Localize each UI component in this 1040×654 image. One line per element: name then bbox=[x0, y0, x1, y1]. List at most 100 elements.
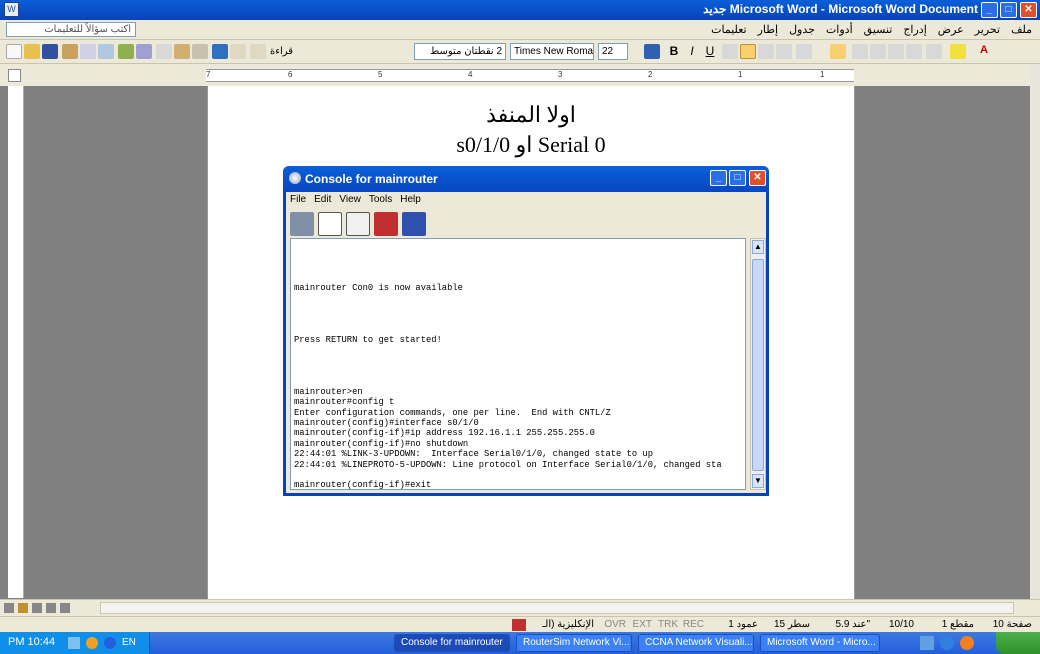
menu-format[interactable]: تنسيق bbox=[864, 23, 893, 36]
maximize-button[interactable]: □ bbox=[1000, 2, 1017, 18]
console-print-icon[interactable] bbox=[290, 212, 314, 236]
hscroll-track[interactable] bbox=[100, 602, 1014, 614]
research-icon[interactable] bbox=[136, 44, 152, 59]
status-trk[interactable]: TRK bbox=[658, 618, 678, 632]
minimize-button[interactable]: _ bbox=[981, 2, 998, 18]
print-preview-icon[interactable] bbox=[98, 44, 114, 59]
hyperlink-icon[interactable] bbox=[212, 44, 228, 59]
horizontal-scrollbar[interactable] bbox=[0, 599, 1040, 616]
quick-launch-ie-icon[interactable] bbox=[940, 636, 954, 650]
help-icon[interactable] bbox=[250, 44, 266, 59]
taskbar-item-console[interactable]: Console for mainrouter bbox=[394, 634, 510, 652]
cut-icon[interactable] bbox=[156, 44, 172, 59]
char-style-icon[interactable] bbox=[644, 44, 660, 59]
reading-layout-button[interactable]: قراءة bbox=[270, 44, 314, 59]
tray-app-icon[interactable] bbox=[86, 637, 98, 649]
font-combo[interactable]: Times New Roman bbox=[510, 43, 594, 60]
line-spacing-icon[interactable] bbox=[796, 44, 812, 59]
menu-insert[interactable]: إدراج bbox=[903, 23, 926, 36]
scroll-thumb[interactable] bbox=[752, 259, 764, 471]
quick-launch-desktop-icon[interactable] bbox=[920, 636, 934, 650]
indent-icon[interactable] bbox=[888, 44, 904, 59]
network-icon[interactable] bbox=[68, 637, 80, 649]
console-minimize-button[interactable]: _ bbox=[710, 170, 727, 186]
doc-serial-line: Serial 0 او s0/1/0 bbox=[456, 132, 606, 157]
justify-icon[interactable] bbox=[776, 44, 792, 59]
borders-icon[interactable] bbox=[926, 44, 942, 59]
web-view-icon[interactable] bbox=[18, 603, 28, 613]
ruler-strip[interactable]: 7 6 5 4 3 2 1 1 bbox=[206, 69, 854, 82]
highlight-icon[interactable] bbox=[950, 44, 966, 59]
status-pages: 10/10 bbox=[888, 619, 914, 630]
outline-view-icon[interactable] bbox=[46, 603, 56, 613]
align-right-icon[interactable] bbox=[722, 44, 738, 59]
spelling-icon[interactable] bbox=[118, 44, 134, 59]
word-window-title: جديد Microsoft Word - Microsoft Word Doc… bbox=[703, 2, 978, 16]
table-icon[interactable] bbox=[230, 44, 246, 59]
status-rec[interactable]: REC bbox=[683, 618, 704, 632]
taskbar-item-ccna[interactable]: CCNA Network Visuali... bbox=[638, 634, 754, 652]
console-maximize-button[interactable]: □ bbox=[729, 170, 746, 186]
start-button[interactable] bbox=[996, 632, 1040, 654]
console-menu-tools[interactable]: Tools bbox=[369, 194, 392, 205]
console-menu-help[interactable]: Help bbox=[400, 194, 421, 205]
outdent-icon[interactable] bbox=[906, 44, 922, 59]
taskbar-item-routersim[interactable]: RouterSim Network Vi... bbox=[516, 634, 632, 652]
close-button[interactable]: ✕ bbox=[1020, 2, 1037, 18]
word-app-icon[interactable]: W bbox=[4, 2, 19, 17]
tray-arrow-icon[interactable] bbox=[104, 637, 116, 649]
console-scrollbar[interactable]: ▲ ▼ bbox=[750, 238, 766, 490]
scroll-down-icon[interactable]: ▼ bbox=[752, 474, 764, 488]
menu-file[interactable]: ملف bbox=[1011, 23, 1032, 36]
underline-icon[interactable]: U bbox=[702, 44, 718, 59]
taskbar-item-word[interactable]: Microsoft Word - Micro... bbox=[760, 634, 880, 652]
print-icon[interactable] bbox=[80, 44, 96, 59]
font-color-icon[interactable]: A bbox=[976, 44, 992, 59]
menu-table[interactable]: جدول bbox=[789, 23, 815, 36]
bold-icon[interactable]: B bbox=[666, 44, 682, 59]
bullets-icon[interactable] bbox=[870, 44, 886, 59]
console-terminal[interactable]: mainrouter Con0 is now available Press R… bbox=[290, 238, 746, 490]
align-center-icon[interactable] bbox=[740, 44, 756, 59]
menu-edit[interactable]: تحرير bbox=[975, 23, 1000, 36]
quick-launch-firefox-icon[interactable] bbox=[960, 636, 974, 650]
status-ext[interactable]: EXT bbox=[633, 618, 652, 632]
open-folder-icon[interactable] bbox=[24, 44, 40, 59]
new-document-icon[interactable] bbox=[6, 44, 22, 59]
save-icon[interactable] bbox=[42, 44, 58, 59]
rtl-icon[interactable] bbox=[830, 44, 846, 59]
help-question-box[interactable]: اكتب سؤالاً للتعليمات bbox=[6, 22, 136, 37]
console-menu-view[interactable]: View bbox=[339, 194, 361, 205]
reading-view-icon[interactable] bbox=[60, 603, 70, 613]
status-at: عند 5.9" bbox=[835, 619, 870, 630]
scroll-up-icon[interactable]: ▲ bbox=[752, 240, 764, 254]
console-copy-icon[interactable] bbox=[318, 212, 342, 236]
menu-view[interactable]: عرض bbox=[938, 23, 964, 36]
numbering-icon[interactable] bbox=[852, 44, 868, 59]
permission-icon[interactable] bbox=[62, 44, 78, 59]
style-combo[interactable]: 2 نقطتان متوسط bbox=[414, 43, 506, 60]
menu-help[interactable]: تعليمات bbox=[711, 23, 746, 36]
print-view-icon[interactable] bbox=[32, 603, 42, 613]
spelling-status-icon[interactable] bbox=[512, 619, 526, 631]
ruler-number: 5 bbox=[378, 70, 383, 79]
align-left-icon[interactable] bbox=[758, 44, 774, 59]
console-menu-file[interactable]: File bbox=[290, 194, 306, 205]
console-close-button[interactable]: ✕ bbox=[749, 170, 766, 186]
font-size-combo[interactable]: 22 bbox=[598, 43, 628, 60]
paste-icon[interactable] bbox=[174, 44, 190, 59]
console-terminal-icon[interactable] bbox=[402, 212, 426, 236]
italic-icon[interactable]: I bbox=[684, 44, 700, 59]
menu-tools[interactable]: أدوات bbox=[826, 23, 853, 36]
status-ovr[interactable]: OVR bbox=[604, 618, 626, 632]
normal-view-icon[interactable] bbox=[4, 603, 14, 613]
undo-icon[interactable] bbox=[192, 44, 208, 59]
tab-selector-icon[interactable] bbox=[8, 69, 21, 82]
console-menu-edit[interactable]: Edit bbox=[314, 194, 331, 205]
menu-window[interactable]: إطار bbox=[758, 23, 778, 36]
vertical-scrollbar[interactable] bbox=[1030, 64, 1040, 599]
tray-language[interactable]: EN bbox=[122, 637, 136, 648]
console-paste-icon[interactable] bbox=[346, 212, 370, 236]
console-title-bar[interactable]: Console for mainrouter _ □ ✕ bbox=[283, 166, 769, 192]
console-router-icon[interactable] bbox=[374, 212, 398, 236]
